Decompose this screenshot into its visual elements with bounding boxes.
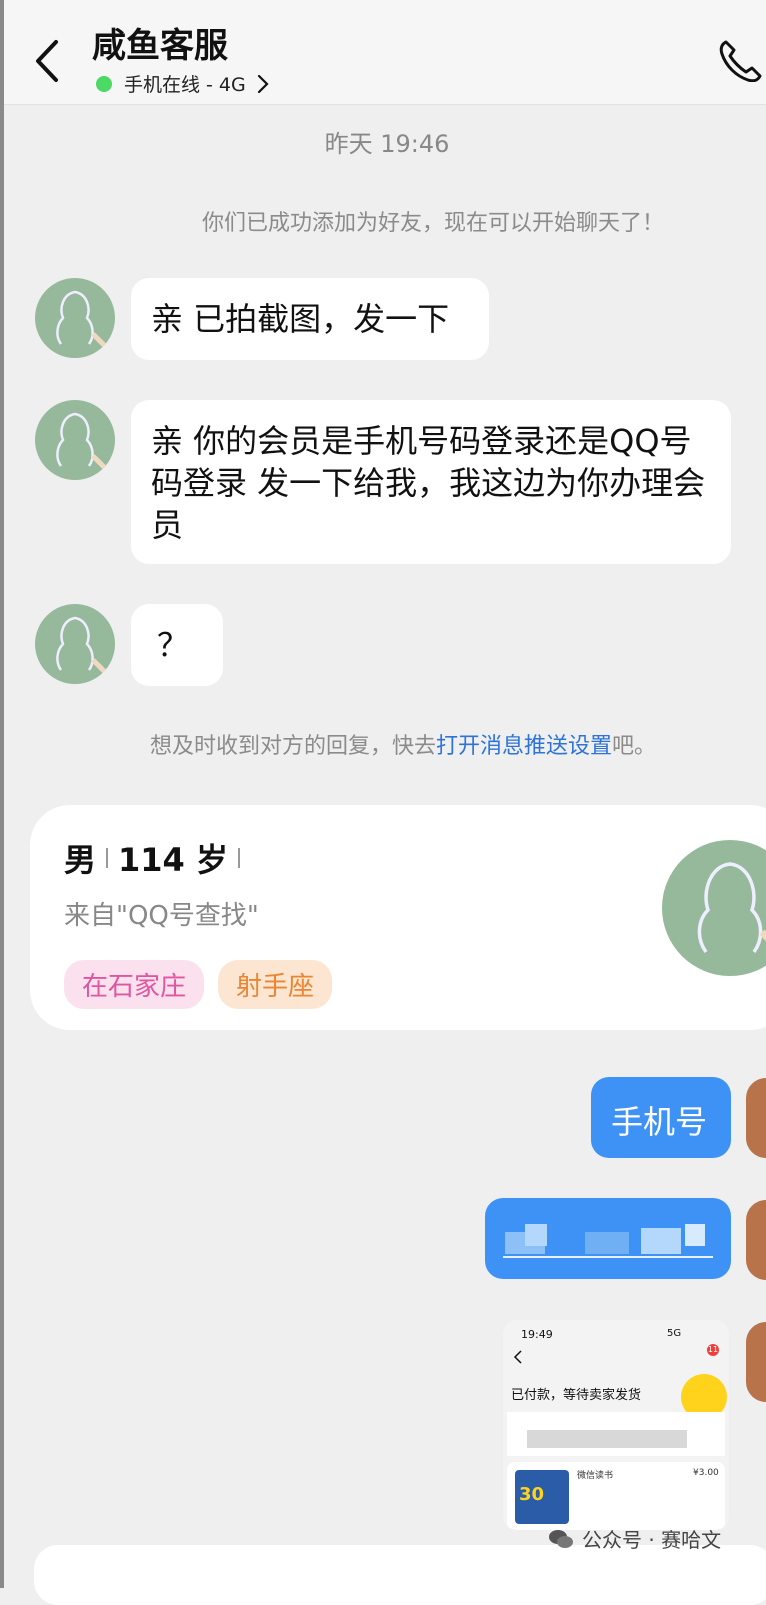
phone-icon bbox=[719, 40, 762, 83]
hint-text: 吧。 bbox=[612, 734, 657, 759]
image-message[interactable]: 19:49 5G 11 已付款，等待卖家发货 30 微信读书 ¥3.00 bbox=[503, 1320, 729, 1530]
message-input-area[interactable] bbox=[34, 1545, 766, 1605]
window-edge bbox=[0, 0, 4, 1588]
qq-default-avatar-icon bbox=[56, 412, 111, 474]
chat-header: 咸鱼客服 手机在线 - 4G bbox=[4, 0, 766, 105]
qq-default-avatar-icon bbox=[697, 862, 766, 954]
back-button[interactable] bbox=[30, 36, 70, 86]
profile-source: 来自"QQ号查找" bbox=[64, 901, 259, 931]
divider bbox=[237, 848, 240, 868]
redacted-block bbox=[525, 1224, 547, 1246]
profile-gender: 男 bbox=[64, 841, 97, 879]
screenshot-order-status: 已付款，等待卖家发货 bbox=[511, 1388, 642, 1403]
contact-avatar[interactable] bbox=[35, 278, 115, 358]
divider bbox=[106, 848, 109, 868]
message-bubble[interactable]: 亲 你的会员是手机号码登录还是QQ号码登录 发一下给我，我这边为你办理会员 bbox=[131, 400, 731, 564]
product-price: ¥3.00 bbox=[693, 1468, 719, 1478]
profile-avatar[interactable] bbox=[662, 840, 766, 976]
screenshot-redacted-area bbox=[507, 1412, 725, 1456]
screenshot-order-card: 30 微信读书 ¥3.00 bbox=[507, 1462, 725, 1530]
my-message-bubble-redacted[interactable] bbox=[485, 1198, 731, 1279]
chevron-left-icon bbox=[36, 40, 58, 82]
chevron-right-icon bbox=[257, 74, 269, 93]
status-text: 手机在线 - 4G bbox=[124, 74, 246, 96]
watermark: 公众号 · 赛哈文 bbox=[548, 1524, 721, 1553]
profile-basic: 男 114 岁 bbox=[64, 835, 346, 881]
profile-info: 男 114 岁 来自"QQ号查找" 在石家庄 射手座 bbox=[64, 835, 346, 1009]
qq-default-avatar-icon bbox=[56, 290, 111, 352]
profile-age: 114 岁 bbox=[118, 841, 228, 879]
chevron-left-icon bbox=[513, 1350, 522, 1364]
system-friend-added: 你们已成功添加为好友，现在可以开始聊天了！ bbox=[201, 211, 664, 236]
my-avatar[interactable] bbox=[746, 1322, 766, 1402]
hint-text: 想及时收到对方的回复，快去 bbox=[150, 734, 437, 759]
watermark-text: 公众号 · 赛哈文 bbox=[582, 1528, 722, 1552]
screenshot-time: 19:49 bbox=[521, 1328, 553, 1341]
timestamp: 昨天 19:46 bbox=[324, 130, 450, 158]
chat-title: 咸鱼客服 bbox=[92, 26, 228, 66]
contact-avatar[interactable] bbox=[35, 400, 115, 480]
message-bubble[interactable]: 亲 已拍截图，发一下 bbox=[131, 278, 489, 360]
my-avatar[interactable] bbox=[746, 1078, 766, 1158]
redacted-block bbox=[527, 1430, 687, 1448]
push-notification-hint: 想及时收到对方的回复，快去打开消息推送设置吧。 bbox=[0, 728, 766, 760]
contact-avatar[interactable] bbox=[35, 604, 115, 684]
redacted-block bbox=[585, 1232, 629, 1254]
push-settings-link[interactable]: 打开消息推送设置 bbox=[436, 734, 612, 759]
voice-call-button[interactable] bbox=[716, 38, 766, 83]
qq-default-avatar-icon bbox=[56, 616, 111, 678]
contact-status[interactable]: 手机在线 - 4G bbox=[96, 70, 270, 97]
tag-location: 在石家庄 bbox=[64, 960, 205, 1009]
online-dot-icon bbox=[96, 75, 112, 92]
screenshot-signal: 5G bbox=[667, 1328, 682, 1339]
my-message-bubble[interactable]: 手机号 bbox=[591, 1077, 731, 1158]
screenshot-badge: 11 bbox=[707, 1344, 719, 1356]
product-thumb-text: 30 bbox=[519, 1484, 545, 1505]
message-bubble[interactable]: ？ bbox=[131, 604, 223, 686]
my-avatar[interactable] bbox=[746, 1200, 766, 1280]
product-name: 微信读书 bbox=[577, 1471, 614, 1481]
product-thumbnail: 30 bbox=[515, 1470, 569, 1524]
profile-card[interactable]: 男 114 岁 来自"QQ号查找" 在石家庄 射手座 bbox=[30, 805, 766, 1030]
wechat-icon bbox=[549, 1529, 573, 1548]
redacted-block bbox=[685, 1224, 705, 1246]
profile-tags: 在石家庄 射手座 bbox=[64, 960, 346, 1009]
underline bbox=[503, 1256, 713, 1258]
tag-zodiac: 射手座 bbox=[218, 960, 333, 1009]
redacted-block bbox=[641, 1228, 681, 1254]
